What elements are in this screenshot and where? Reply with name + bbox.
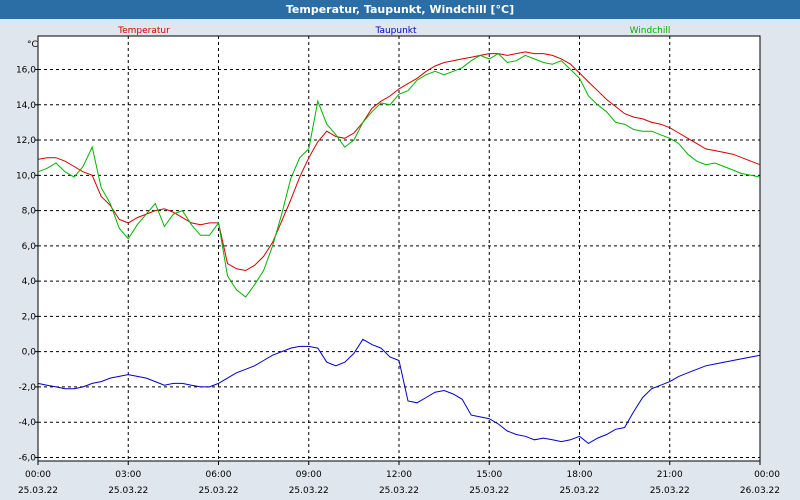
- x-tick-date-label: 25.03.22: [559, 486, 599, 496]
- y-tick-label: 10,0: [16, 171, 36, 181]
- chart-window: Temperatur, Taupunkt, Windchill [°C] 16,…: [0, 0, 800, 500]
- y-axis-unit-label: °C: [27, 40, 38, 50]
- y-tick-label: 8,0: [22, 207, 37, 217]
- x-axis: 00:00 25.03.22 03:00 25.03.22 06:00 25.03.22 0…: [18, 461, 780, 496]
- y-axis: 16,0 14,0 12,0 10,0 8,0 6,0 4,0 2,0 0,0 -2,0 -4,0 -…: [16, 66, 38, 463]
- x-tick-date-label: 25.03.22: [469, 486, 509, 496]
- x-tick-date-label: 25.03.22: [650, 486, 690, 496]
- legend-item-temperatur: Temperatur: [117, 26, 170, 36]
- legend-item-windchill: Windchill: [630, 26, 671, 36]
- y-tick-label: 4,0: [22, 277, 37, 287]
- x-tick-date-label: 25.03.22: [18, 486, 58, 496]
- x-tick-time-label: 03:00: [115, 470, 141, 480]
- legend-item-taupunkt: Taupunkt: [374, 26, 417, 36]
- y-tick-label: 16,0: [16, 66, 36, 76]
- y-tick-label: 14,0: [16, 101, 36, 111]
- x-tick-time-label: 06:00: [206, 470, 232, 480]
- x-tick-time-label: 00:00: [754, 470, 780, 480]
- y-tick-label: -4,0: [18, 418, 36, 428]
- x-tick-time-label: 21:00: [657, 470, 683, 480]
- y-tick-label: 2,0: [22, 312, 37, 322]
- legend: Temperatur Taupunkt Windchill: [117, 26, 670, 36]
- x-tick-date-label: 26.03.22: [740, 486, 780, 496]
- y-tick-label: 0,0: [22, 348, 37, 358]
- x-tick-date-label: 25.03.22: [379, 486, 419, 496]
- x-tick-date-label: 25.03.22: [289, 486, 329, 496]
- line-chart: 16,0 14,0 12,0 10,0 8,0 6,0 4,0 2,0 0,0 -2,0 -4,0 -…: [16, 26, 780, 496]
- x-tick-time-label: 15:00: [476, 470, 502, 480]
- x-tick-time-label: 09:00: [296, 470, 322, 480]
- x-tick-time-label: 18:00: [567, 470, 593, 480]
- x-tick-date-label: 25.03.22: [198, 486, 238, 496]
- x-tick-time-label: 00:00: [25, 470, 51, 480]
- y-tick-label: 6,0: [22, 242, 37, 252]
- y-tick-label: 12,0: [16, 136, 36, 146]
- x-tick-time-label: 12:00: [386, 470, 412, 480]
- y-tick-label: -2,0: [18, 383, 36, 393]
- x-tick-date-label: 25.03.22: [108, 486, 148, 496]
- y-tick-label: -6,0: [18, 453, 36, 463]
